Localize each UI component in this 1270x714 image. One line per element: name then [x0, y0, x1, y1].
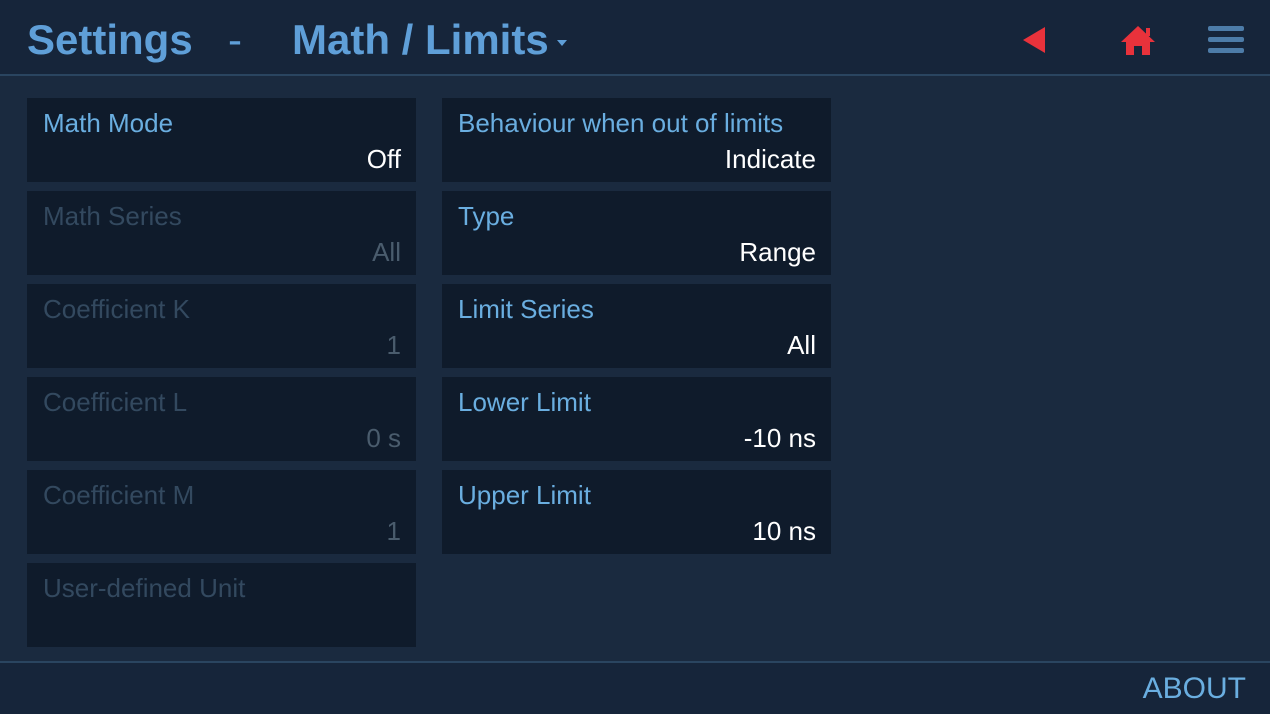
math-mode-setting[interactable]: Math Mode Off	[27, 98, 416, 182]
setting-label: Math Series	[43, 201, 182, 231]
back-arrow-icon	[1023, 27, 1045, 53]
limits-settings-column: Behaviour when out of limits Indicate Ty…	[442, 98, 831, 563]
math-series-setting: Math Series All	[27, 191, 416, 275]
lower-limit-setting[interactable]: Lower Limit -10 ns	[442, 377, 831, 461]
section-dropdown[interactable]: Math / Limits	[292, 16, 567, 64]
setting-label: Limit Series	[458, 294, 594, 324]
setting-value: Off	[366, 144, 401, 174]
setting-value: 0 s	[366, 423, 401, 453]
setting-value: 10 ns	[752, 516, 816, 546]
title-separator: -	[228, 16, 242, 63]
setting-value: Range	[739, 237, 816, 267]
setting-label: Behaviour when out of limits	[458, 108, 784, 138]
coefficient-m-setting: Coefficient M 1	[27, 470, 416, 554]
setting-label: Coefficient K	[43, 294, 190, 324]
user-defined-unit-setting: User-defined Unit	[27, 563, 416, 647]
caret-down-icon	[556, 39, 567, 46]
limit-series-setting[interactable]: Limit Series All	[442, 284, 831, 368]
setting-label: Upper Limit	[458, 480, 591, 510]
setting-label: Coefficient M	[43, 480, 195, 510]
setting-label: Math Mode	[43, 108, 174, 138]
section-title: Math / Limits	[292, 16, 549, 63]
setting-label: Lower Limit	[458, 387, 591, 417]
setting-label: User-defined Unit	[43, 573, 246, 603]
home-button[interactable]	[1118, 22, 1158, 58]
setting-value: -10 ns	[743, 423, 816, 453]
setting-value: 1	[386, 516, 401, 546]
coefficient-l-setting: Coefficient L 0 s	[27, 377, 416, 461]
setting-label: Type	[458, 201, 515, 231]
hamburger-menu-icon	[1208, 26, 1244, 53]
math-settings-column: Math Mode Off Math Series All Coefficien…	[27, 98, 416, 656]
footer-bar: ABOUT	[0, 661, 1270, 714]
header-bar: Settings - Math / Limits	[0, 0, 1270, 76]
coefficient-k-setting: Coefficient K 1	[27, 284, 416, 368]
setting-value: All	[372, 237, 401, 267]
setting-value: Indicate	[724, 144, 816, 174]
home-icon	[1121, 26, 1155, 55]
page-title: Settings	[27, 16, 193, 63]
about-button[interactable]: ABOUT	[1143, 672, 1246, 706]
upper-limit-setting[interactable]: Upper Limit 10 ns	[442, 470, 831, 554]
settings-content: Math Mode Off Math Series All Coefficien…	[0, 76, 1270, 661]
back-button[interactable]	[1014, 22, 1054, 58]
out-of-limits-behaviour-setting[interactable]: Behaviour when out of limits Indicate	[442, 98, 831, 182]
limit-type-setting[interactable]: Type Range	[442, 191, 831, 275]
setting-value: All	[787, 330, 816, 360]
menu-button[interactable]	[1206, 22, 1246, 58]
setting-value: 1	[386, 330, 401, 360]
setting-label: Coefficient L	[43, 387, 188, 417]
